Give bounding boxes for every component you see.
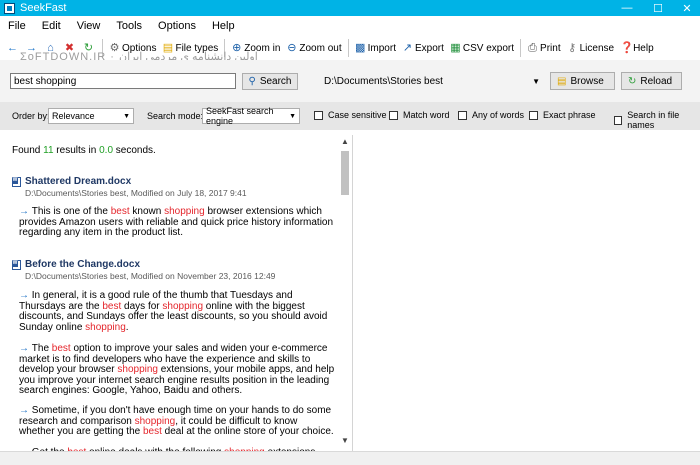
order-by-select[interactable]: Relevance ▼ — [48, 108, 134, 124]
result-snippet[interactable]: → Sometime, if you don't have enough tim… — [19, 405, 335, 438]
case-sensitive-checkbox[interactable]: Case sensitive — [314, 110, 387, 120]
minimize-button[interactable]: — — [612, 0, 642, 16]
printer-icon: ⎙ — [528, 41, 537, 54]
scroll-thumb[interactable] — [341, 151, 349, 195]
arrow-icon: → — [19, 206, 32, 217]
search-mode-label: Search mode: — [147, 111, 204, 121]
highlighted-term: shopping — [164, 206, 205, 217]
status-bar — [0, 451, 700, 465]
toolbar-separator — [520, 39, 522, 57]
print-button[interactable]: ⎙ Print — [524, 38, 564, 58]
menu-tools[interactable]: Tools — [108, 20, 150, 32]
menu-view[interactable]: View — [69, 20, 109, 32]
key-icon: ⚷ — [568, 41, 577, 54]
toolbar-separator — [347, 39, 349, 57]
menu-options[interactable]: Options — [150, 20, 204, 32]
highlighted-term: best — [110, 206, 130, 217]
result-meta: D:\Documents\Stories best, Modified on J… — [25, 188, 247, 198]
help-button[interactable]: ❓ Help — [617, 38, 657, 58]
any-of-words-checkbox[interactable]: Any of words — [458, 110, 524, 120]
back-arrow-icon: ← — [7, 41, 18, 54]
result-snippet[interactable]: → In general, it is a good rule of the t… — [19, 290, 335, 333]
result-snippet[interactable]: → This is one of the best known shopping… — [19, 206, 335, 239]
results-summary: Found 11 results in 0.0 seconds. — [12, 145, 156, 156]
word-document-icon — [12, 259, 21, 270]
result-title-link[interactable]: Shattered Dream.docx — [12, 176, 131, 187]
reload-button[interactable]: ↻ Reload — [621, 72, 682, 90]
result-meta: D:\Documents\Stories best, Modified on N… — [25, 271, 276, 281]
word-document-icon — [12, 176, 21, 187]
highlighted-term: shopping — [134, 415, 176, 427]
options-bar: Order by: Relevance ▼ Search mode: SeekF… — [0, 102, 700, 130]
browse-button[interactable]: ▤ Browse — [550, 72, 615, 90]
snippet-text: days for — [121, 300, 163, 312]
menu-edit[interactable]: Edit — [34, 20, 69, 32]
snippet-text: The — [31, 343, 52, 354]
snippet-text: known — [129, 206, 165, 217]
export-icon: ↗ — [402, 41, 413, 54]
search-input[interactable] — [10, 73, 236, 89]
arrow-icon: → — [19, 290, 32, 301]
title-bar: SeekFast — ☐ ✕ — [0, 0, 700, 16]
snippet-text: deal at the online store of your choice. — [161, 426, 334, 437]
snippet-text: . — [125, 321, 129, 333]
menu-file[interactable]: File — [0, 20, 34, 32]
app-icon — [4, 2, 15, 14]
search-button[interactable]: ⚲ Search — [242, 73, 298, 90]
result-count: 11 — [43, 145, 54, 156]
menu-help[interactable]: Help — [204, 20, 243, 32]
exact-phrase-checkbox[interactable]: Exact phrase — [529, 110, 596, 120]
search-bar: ⚲ Search D:\Documents\Stories best ▼ ▤ B… — [0, 60, 700, 102]
zoom-out-button[interactable]: ⊖ Zoom out — [283, 38, 344, 58]
result-snippet[interactable]: → The best option to improve your sales … — [19, 343, 335, 397]
import-icon: ▩ — [354, 41, 366, 54]
snippet-text: This is one of the — [31, 206, 111, 217]
search-in-file-names-checkbox[interactable]: Search in file names — [614, 110, 700, 130]
license-button[interactable]: ⚷ License — [564, 38, 617, 58]
export-button[interactable]: ↗ Export — [399, 38, 447, 58]
search-icon: ⚲ — [248, 76, 256, 87]
import-button[interactable]: ▩ Import — [352, 38, 399, 58]
menu-bar: File Edit View Tools Options Help — [0, 16, 700, 36]
help-icon: ❓ — [620, 41, 634, 54]
csv-icon: ▦ — [450, 41, 461, 54]
search-mode-select[interactable]: SeekFast search engine ▼ — [202, 106, 300, 126]
maximize-button[interactable]: ☐ — [643, 0, 673, 16]
highlighted-term: shopping — [85, 321, 126, 333]
chevron-down-icon: ▼ — [532, 76, 540, 86]
result-title-link[interactable]: Before the Change.docx — [12, 259, 140, 270]
highlighted-term: best — [51, 343, 71, 354]
results-panel: Found 11 results in 0.0 seconds. Shatter… — [0, 135, 338, 451]
refresh-icon: ↻ — [628, 75, 637, 87]
path-dropdown[interactable]: D:\Documents\Stories best ▼ — [318, 72, 544, 90]
highlighted-term: shopping — [117, 364, 158, 375]
window-title: SeekFast — [20, 2, 67, 14]
highlighted-term: best — [142, 426, 162, 437]
match-word-checkbox[interactable]: Match word — [389, 110, 450, 120]
highlighted-term: shopping — [162, 300, 204, 312]
csv-export-button[interactable]: ▦ CSV export — [447, 38, 517, 58]
scroll-down-icon[interactable]: ▼ — [338, 434, 352, 448]
results-scrollbar[interactable]: ▲ ▼ — [338, 135, 352, 451]
close-button[interactable]: ✕ — [672, 0, 700, 16]
arrow-icon: → — [19, 405, 32, 416]
order-by-label: Order by: — [12, 111, 50, 121]
highlighted-term: best — [102, 300, 122, 312]
arrow-icon: → — [19, 343, 32, 354]
zoom-out-icon: ⊖ — [287, 41, 297, 54]
folder-icon: ▤ — [557, 75, 567, 87]
scroll-up-icon[interactable]: ▲ — [338, 135, 352, 149]
chevron-down-icon: ▼ — [289, 112, 296, 120]
search-time: 0.0 — [99, 145, 114, 156]
chevron-down-icon: ▼ — [123, 112, 130, 120]
preview-panel — [353, 135, 700, 451]
